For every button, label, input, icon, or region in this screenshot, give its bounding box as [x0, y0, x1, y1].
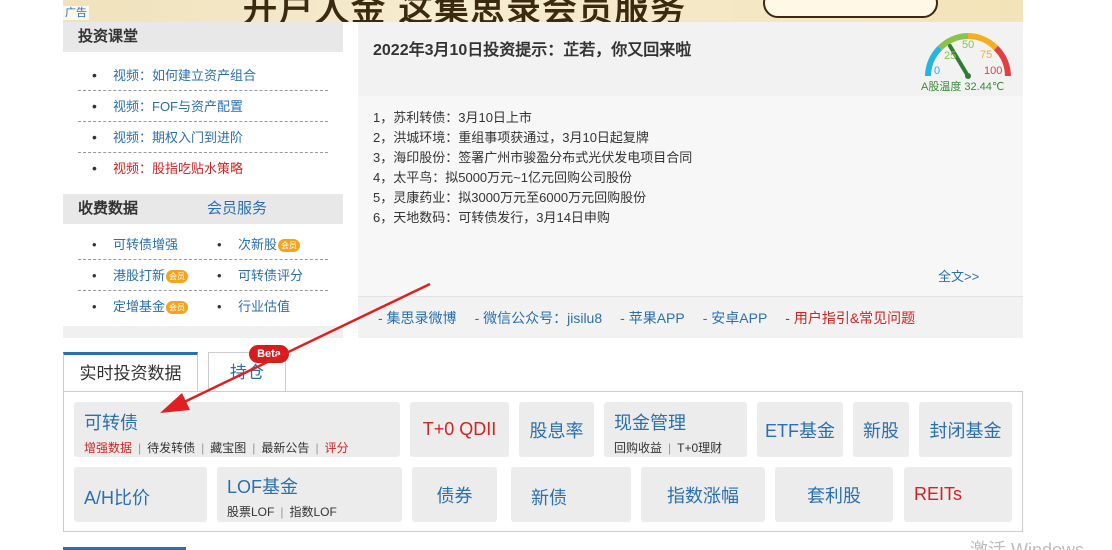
tips-list: 1，苏利转债：3月10日上市 2，洪城环境：重组事项获通过，3月10日起复牌 3… [358, 96, 1023, 228]
treasure-map-link[interactable]: 藏宝图 [210, 441, 246, 455]
banner-button[interactable] [763, 0, 938, 18]
stock-lof-link[interactable]: 股票LOF [227, 505, 274, 519]
lof-fund-title: LOF基金 [227, 477, 299, 497]
member-service-link[interactable]: 会员服务 [207, 194, 267, 224]
cash-management-sublinks: 回购收益 | T+0理财 [614, 441, 723, 455]
reits-box[interactable]: REITs [904, 467, 1012, 522]
paid-data-link[interactable]: 港股打新会员 [78, 260, 203, 291]
tip-item: 6，天地数码：可转债发行，3月14日申购 [373, 210, 610, 225]
member-badge: 会员 [278, 239, 301, 252]
tip-item: 4，太平鸟：拟5000万元~1亿元回购公司股份 [373, 170, 632, 185]
paid-data-link[interactable]: 次新股会员 [203, 229, 328, 260]
paid-data-row: 港股打新会员 可转债评分 [78, 260, 328, 291]
index-change-label: 指数涨幅 [667, 485, 739, 506]
t0-qdii-label: T+0 QDII [422, 419, 497, 439]
gauge-label: A股温度 32.44℃ [921, 81, 1005, 93]
convertible-bond-title[interactable]: 可转债 [84, 409, 400, 435]
apple-app-link[interactable]: - 苹果APP [620, 310, 685, 326]
course-link[interactable]: 视频：股指吃贴水策略 [78, 153, 328, 184]
course-link[interactable]: 视频：期权入门到进阶 [78, 122, 328, 153]
data-grid: 可转债 增强数据 | 待发转债 | 藏宝图 | 最新公告 | 评分 T+0 QDII 股息率 现… [63, 391, 1023, 532]
score-link[interactable]: 评分 [325, 441, 349, 455]
cash-management-title: 现金管理 [614, 413, 686, 433]
bond-label: 债券 [436, 485, 473, 506]
gauge-tick: 75 [980, 49, 992, 61]
arbitrage-stock-box[interactable]: 套利股 [775, 467, 893, 522]
index-lof-link[interactable]: 指数LOF [289, 505, 336, 519]
latest-announcement-link[interactable]: 最新公告 [261, 441, 309, 455]
paid-data-link[interactable]: 定增基金会员 [78, 291, 203, 322]
etf-fund-label: ETF基金 [765, 420, 835, 441]
tab-realtime-data[interactable]: 实时投资数据 [63, 352, 198, 392]
convertible-bond-sublinks: 增强数据 | 待发转债 | 藏宝图 | 最新公告 | 评分 [84, 441, 349, 455]
bond-box[interactable]: 债券 [412, 467, 497, 522]
pending-bond-link[interactable]: 待发转债 [147, 441, 195, 455]
paid-data-header: 收费数据 会员服务 [63, 194, 343, 224]
dividend-yield-box[interactable]: 股息率 [519, 402, 594, 457]
ipo-box[interactable]: 新股 [853, 402, 909, 457]
paid-data-row: 定增基金会员 行业估值 [78, 291, 328, 322]
ipo-label: 新股 [863, 420, 899, 441]
gauge-tick: 0 [934, 65, 940, 77]
new-bond-label: 新债 [531, 488, 567, 508]
beta-badge: Beta [249, 345, 289, 363]
gauge-tick: 50 [962, 39, 974, 51]
paid-data-link[interactable]: 可转债增强 [78, 229, 203, 260]
repo-yield-link[interactable]: 回购收益 [614, 441, 662, 455]
social-links: - 集思录微博 - 微信公众号：jisilu8 - 苹果APP - 安卓APP - 用户… [358, 296, 1023, 338]
wechat-link[interactable]: - 微信公众号：jisilu8 [475, 310, 603, 326]
closed-fund-label: 封闭基金 [929, 420, 1002, 441]
tip-item: 5，灵康药业：拟3000万元至6000万元回购股份 [373, 190, 647, 205]
new-bond-box[interactable]: 新债 [511, 467, 631, 522]
top-banner-ad[interactable]: 开户人金 这集思录会员服务 广告 [63, 0, 1023, 22]
gauge-tick: 25 [944, 50, 956, 62]
closed-fund-box[interactable]: 封闭基金 [919, 402, 1012, 457]
etf-fund-box[interactable]: ETF基金 [757, 402, 843, 457]
banner-text: 开户人金 这集思录会员服务 [243, 0, 687, 22]
tips-body: 1，苏利转债：3月10日上市 2，洪城环境：重组事项获通过，3月10日起复牌 3… [358, 96, 1023, 296]
paid-data-link[interactable]: 行业估值 [203, 291, 328, 322]
tips-title: 2022年3月10日投资提示：芷若，你又回来啦 [373, 42, 692, 59]
tips-header: 2022年3月10日投资提示：芷若，你又回来啦 0 25 50 75 100 A… [358, 22, 1023, 96]
ah-ratio-box[interactable]: A/H比价 [74, 467, 207, 522]
invest-course-list: 视频：如何建立资产组合 视频：FOF与资产配置 视频：期权入门到进阶 视频：股指… [63, 52, 343, 194]
lof-fund-box[interactable]: LOF基金 股票LOF | 指数LOF [217, 467, 402, 522]
paid-data-grid: 可转债增强 次新股会员 港股打新会员 可转债评分 定增基金会员 行业估值 [63, 224, 343, 326]
index-change-box[interactable]: 指数涨幅 [641, 467, 765, 522]
weibo-link[interactable]: - 集思录微博 [378, 310, 457, 326]
enhanced-data-link[interactable]: 增强数据 [84, 441, 132, 455]
course-link[interactable]: 视频：FOF与资产配置 [78, 91, 328, 122]
member-badge: 会员 [166, 301, 189, 314]
t0-finance-link[interactable]: T+0理财 [677, 441, 722, 455]
tip-item: 1，苏利转债：3月10日上市 [373, 110, 532, 125]
ad-label: 广告 [63, 6, 89, 20]
paid-data-title: 收费数据 [78, 200, 139, 217]
reits-label: REITs [914, 484, 963, 504]
left-panel: 投资课堂 视频：如何建立资产组合 视频：FOF与资产配置 视频：期权入门到进阶 … [63, 22, 343, 338]
windows-activation-watermark: 激活 Windows [970, 540, 1085, 550]
paid-data-link[interactable]: 可转债评分 [203, 260, 328, 291]
gauge-tick: 100 [984, 65, 1002, 77]
convertible-bond-box[interactable]: 可转债 增强数据 | 待发转债 | 藏宝图 | 最新公告 | 评分 [74, 402, 400, 457]
arbitrage-stock-label: 套利股 [807, 485, 861, 506]
course-link[interactable]: 视频：如何建立资产组合 [78, 60, 328, 91]
lof-fund-sublinks: 股票LOF | 指数LOF [227, 505, 337, 519]
data-tabs: 实时投资数据 持仓 Beta [63, 345, 1023, 392]
user-guide-link[interactable]: - 用户指引&常见问题 [785, 310, 915, 326]
tip-item: 3，海印股份：签署广州市骏盈分布式光伏发电项目合同 [373, 150, 693, 165]
cash-management-box[interactable]: 现金管理 回购收益 | T+0理财 [604, 402, 747, 457]
ah-ratio-label: A/H比价 [84, 488, 151, 508]
tip-item: 2，洪城环境：重组事项获通过，3月10日起复牌 [373, 130, 649, 145]
investment-tips-panel: 2022年3月10日投资提示：芷若，你又回来啦 0 25 50 75 100 A… [358, 22, 1023, 338]
t0-qdii-box[interactable]: T+0 QDII [410, 402, 509, 457]
member-badge: 会员 [166, 270, 189, 283]
invest-course-title: 投资课堂 [63, 22, 343, 52]
dividend-yield-label: 股息率 [529, 420, 584, 441]
read-more-link[interactable]: 全文>> [938, 266, 979, 285]
android-app-link[interactable]: - 安卓APP [703, 310, 768, 326]
paid-data-row: 可转债增强 次新股会员 [78, 229, 328, 260]
